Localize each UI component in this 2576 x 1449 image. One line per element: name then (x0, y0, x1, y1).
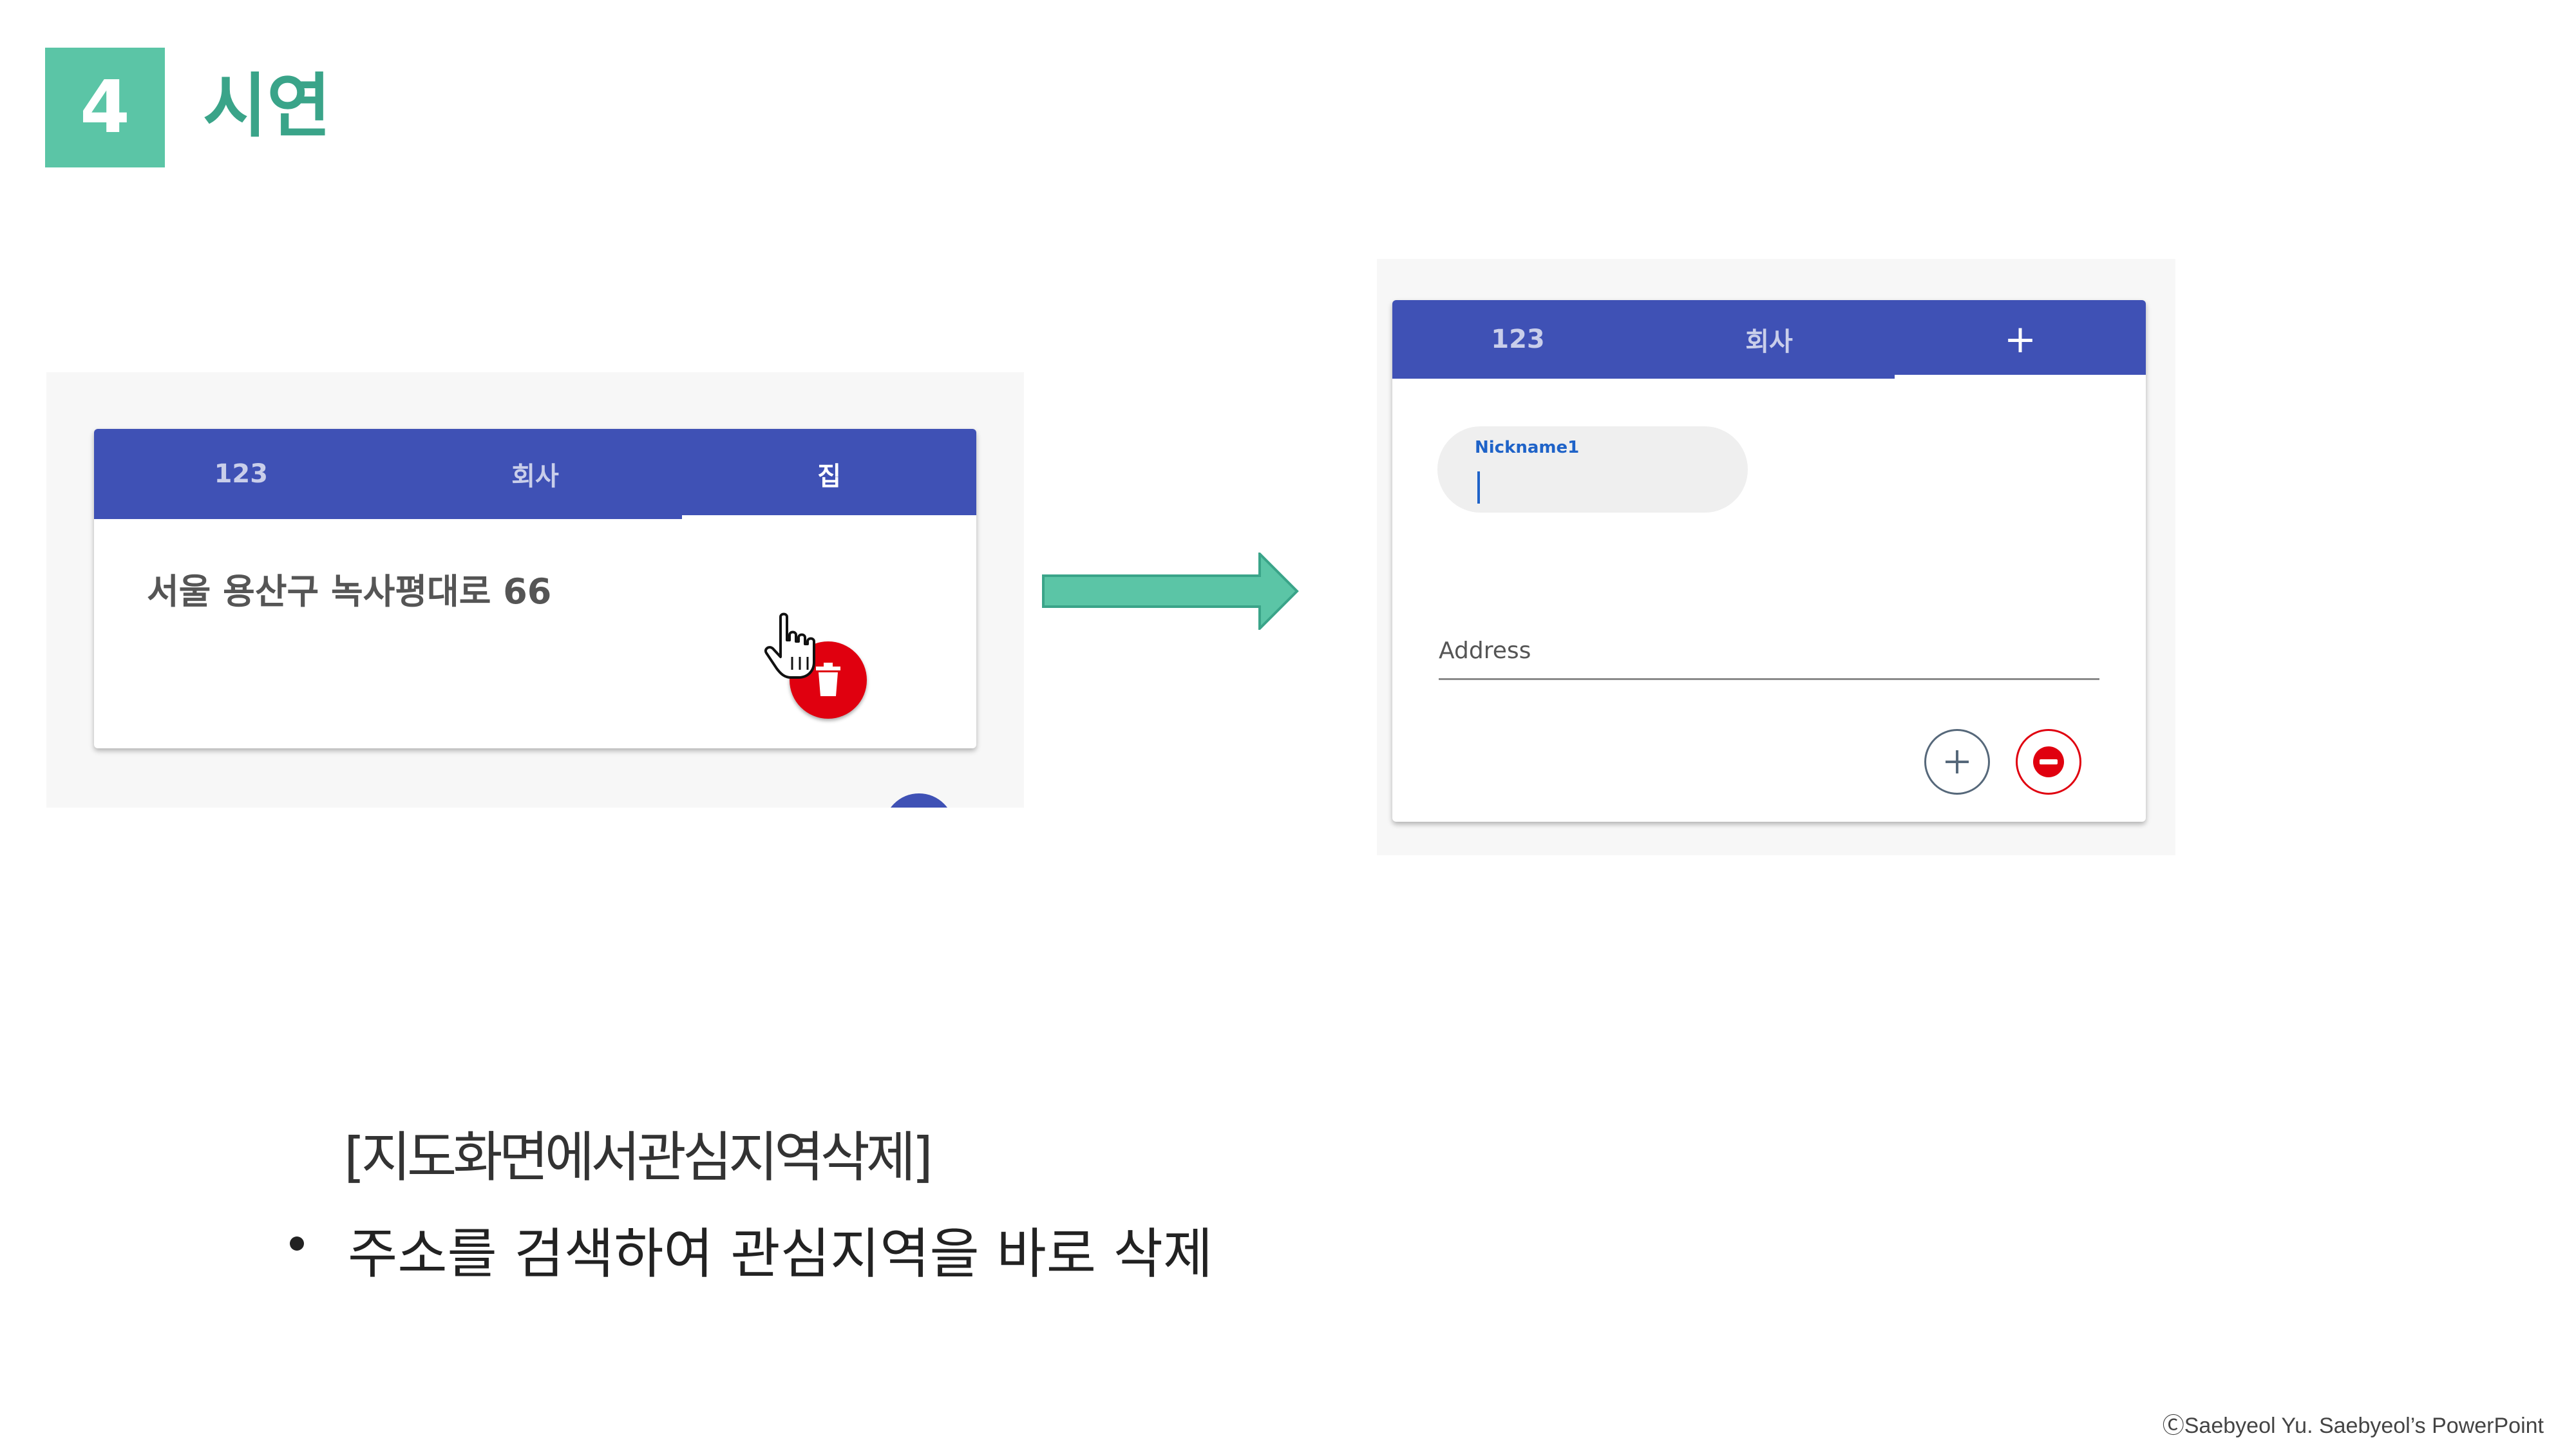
section-number: 4 (45, 48, 165, 167)
copyright-footer: ⒸSaebyeol Yu. Saebyeol’s PowerPoint (2162, 1414, 2544, 1438)
caption-title: [지도화면에서관심지역삭제] (344, 1126, 933, 1189)
favorite-place-card: 123 회사 집 서울 용산구 녹사평대로 66 (94, 429, 976, 748)
tab-company[interactable]: 회사 (1643, 300, 1895, 379)
tab-123[interactable]: 123 (94, 429, 388, 519)
remove-button[interactable] (2016, 729, 2081, 795)
arrow-right-icon (1042, 553, 1299, 630)
nickname-label: Nickname1 (1475, 438, 1580, 457)
nickname-input[interactable]: Nickname1 (1437, 426, 1748, 513)
tab-123[interactable]: 123 (1392, 300, 1643, 379)
address-label: Address (1439, 638, 1531, 664)
add-place-card: 123 회사 + Nickname1 Address (1392, 300, 2146, 822)
after-screenshot: 123 회사 + Nickname1 Address (1377, 259, 2175, 855)
minus-circle-icon (2033, 746, 2064, 777)
tab-company[interactable]: 회사 (388, 429, 683, 519)
tab-home[interactable]: 집 (682, 429, 976, 519)
place-address: 서울 용산구 녹사평대로 66 (147, 571, 552, 612)
bullet-point (290, 1236, 304, 1251)
address-input[interactable]: Address (1439, 626, 2099, 680)
add-button[interactable] (1924, 729, 1990, 795)
tab-add[interactable]: + (1895, 300, 2146, 379)
caption-bullet: 주소를 검색하여 관심지역을 바로 삭제 (348, 1222, 1213, 1285)
text-caret (1477, 471, 1480, 504)
plus-icon (1946, 750, 1969, 773)
hand-pointer-icon (764, 612, 815, 679)
tab-bar: 123 회사 집 (94, 429, 976, 519)
page-title: 시연 (203, 66, 331, 147)
tab-bar: 123 회사 + (1392, 300, 2146, 379)
before-screenshot: 123 회사 집 서울 용산구 녹사평대로 66 (46, 372, 1024, 808)
floating-action-button[interactable] (884, 793, 954, 808)
